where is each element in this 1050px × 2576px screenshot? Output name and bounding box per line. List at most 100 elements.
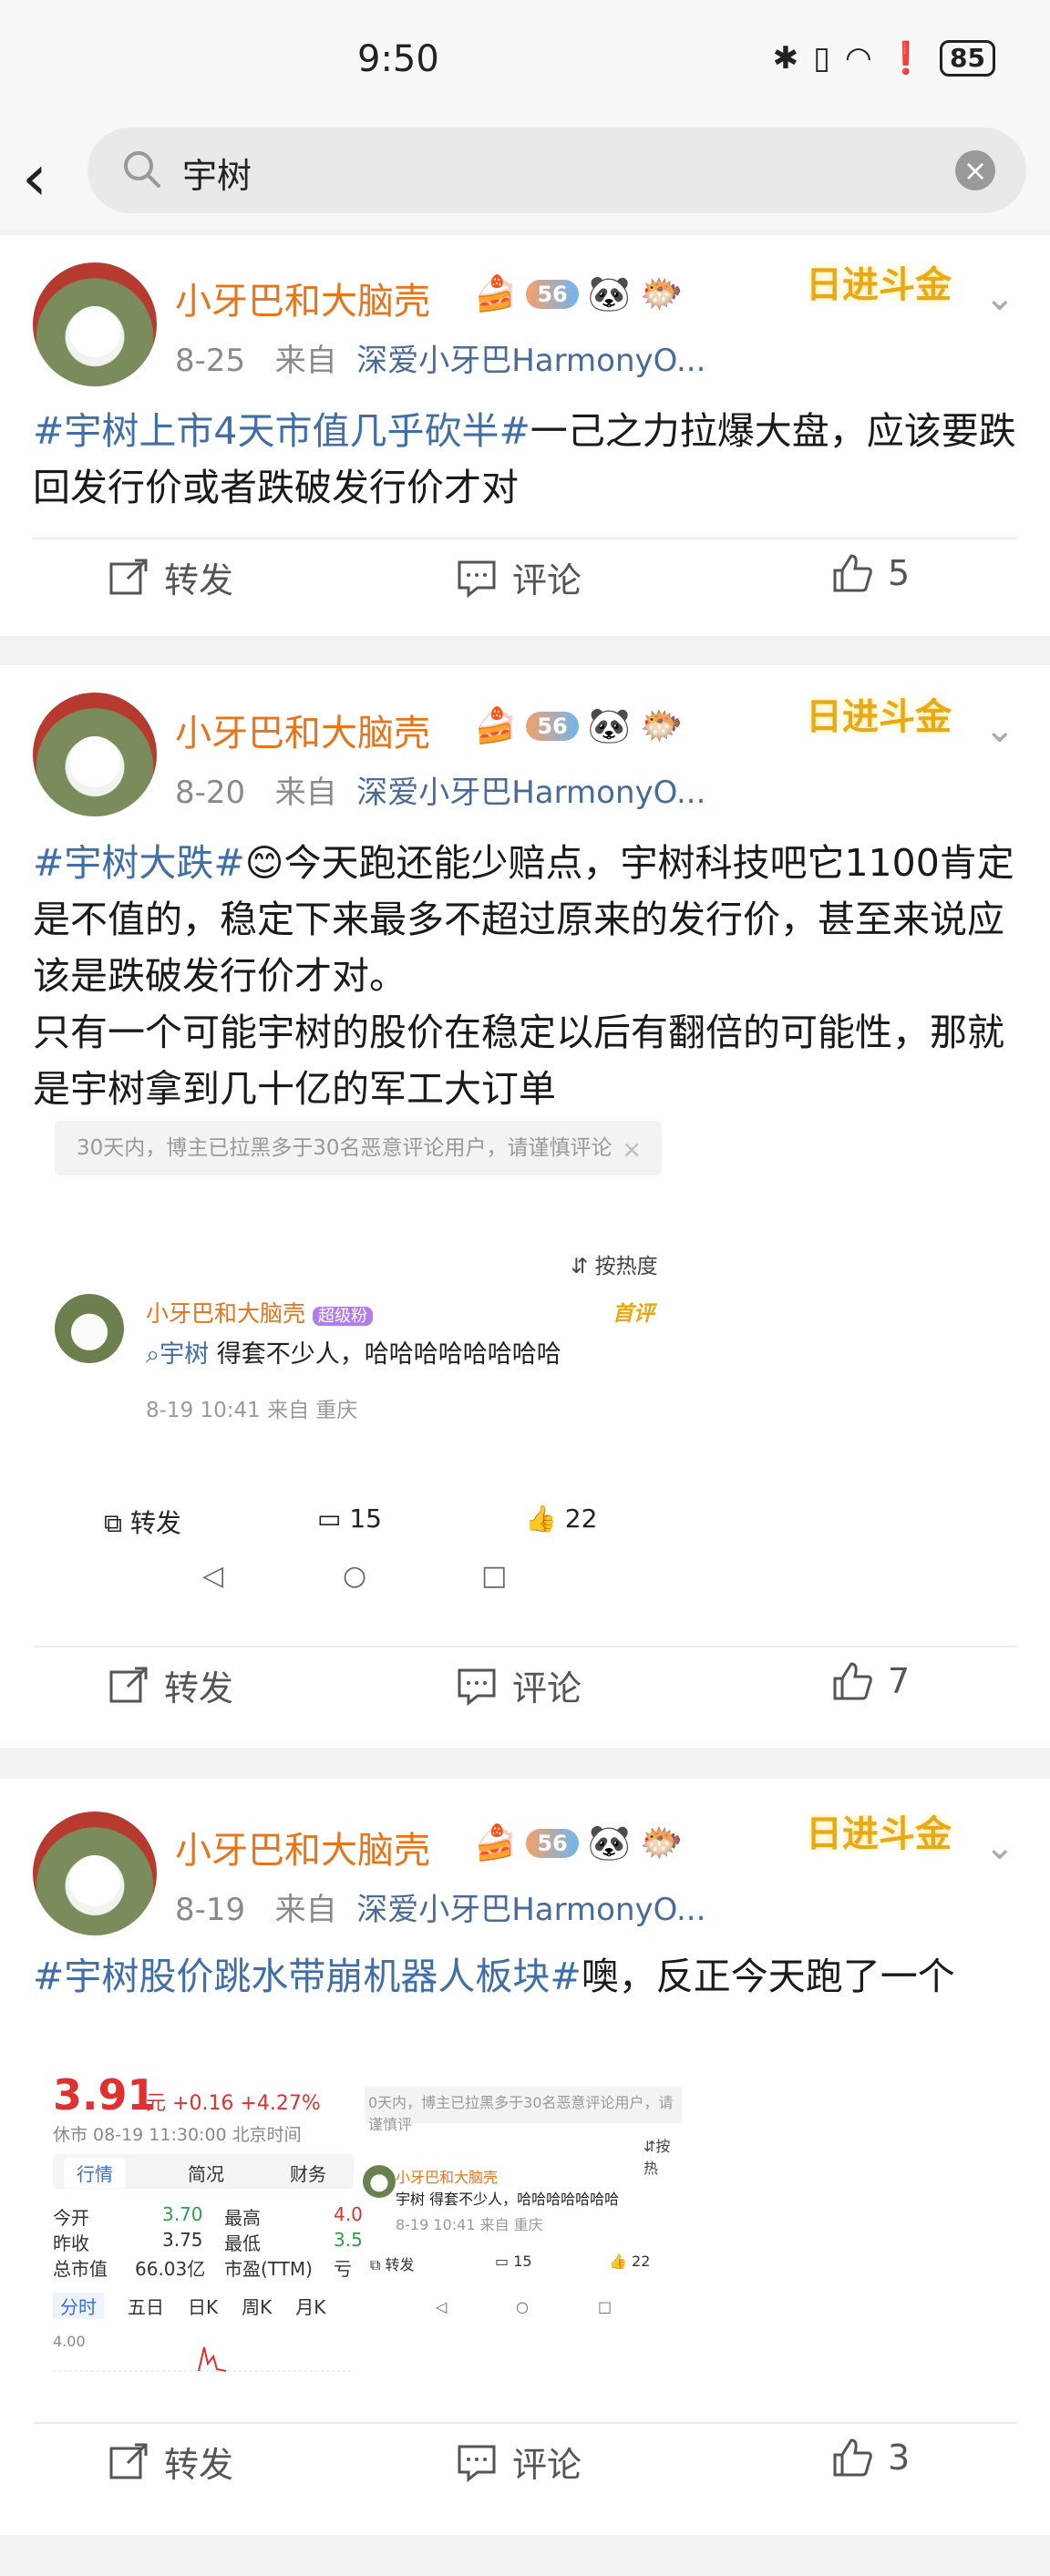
like-button[interactable]: 3 [831, 2437, 910, 2479]
comment-image[interactable]: 0天内，博主已拉黑多于30名恶意评论用户，请谨慎评 ⇵按热 小牙巴和大脑壳 宇树… [363, 2070, 684, 2380]
tab-finance: 财务 [290, 2163, 326, 2185]
search-icon [124, 151, 160, 188]
repost-button[interactable]: 转发 [108, 1660, 233, 1710]
stock-status: 休市 08-19 11:30:00 北京时间 [53, 2125, 302, 2145]
chevron-down-icon[interactable]: ⌄ [984, 709, 1015, 751]
post-username[interactable]: 小牙巴和大脑壳 [175, 272, 430, 324]
search-input[interactable]: 宇树 × [88, 128, 1026, 213]
comment-icon [458, 560, 496, 598]
clear-search-icon[interactable]: × [955, 150, 995, 190]
level-badge: 56 [526, 1828, 579, 1858]
post-source: 深爱小牙巴HarmonyO... [356, 775, 706, 811]
post-card[interactable]: 小牙巴和大脑壳 🍰 56 🐼 🐡 日进斗金 ⌄ 8-25 来自 深爱小牙巴Har… [0, 235, 1050, 636]
avatar [55, 1294, 124, 1363]
stock-high-label: 最高 [224, 2207, 261, 2229]
mini-sort: ⇵按热 [643, 2138, 671, 2177]
divider [33, 538, 1017, 539]
comment-button[interactable]: 评论 [456, 2437, 582, 2487]
post-source: 深爱小牙巴HarmonyO... [356, 343, 706, 379]
repost-button[interactable]: 转发 [108, 2437, 233, 2487]
stock-tabs: 行情 简况 财务 [53, 2154, 354, 2189]
stock-prev: 3.75 [162, 2229, 203, 2251]
avatar[interactable] [33, 693, 157, 816]
card-decoration: 日进斗金 [806, 1813, 952, 1855]
avatar[interactable] [33, 262, 157, 386]
card-decoration: 日进斗金 [806, 264, 952, 306]
cake-badge-icon: 🍰 [474, 705, 518, 745]
comment-meta: 8-19 10:41 来自 重庆 [146, 1399, 358, 1422]
thumbs-up-icon [833, 554, 872, 592]
post-text: #宇树股价跳水带崩机器人板块#噢，反正今天跑了一个 [33, 1955, 955, 1998]
divider [33, 2422, 1017, 2424]
wifi-icon: ◠ [845, 40, 872, 77]
post-image[interactable]: 30天内，博主已拉黑多于30名恶意评论用户，请谨慎评论 × ⇵ 按热度 小牙巴和大… [33, 1121, 707, 1422]
like-button[interactable]: 7 [831, 1660, 910, 1702]
stock-image[interactable]: 3.91 元 +0.16 +4.27% 休市 08-19 11:30:00 北京… [44, 2070, 363, 2380]
user-badges: 🍰 56 🐼 🐡 [474, 705, 683, 746]
alert-icon: ❗ [886, 40, 926, 77]
comment-button[interactable]: 评论 [456, 552, 582, 602]
stock-cap-label: 总市值 [53, 2258, 108, 2280]
stock-change: 元 +0.16 +4.27% [146, 2092, 321, 2115]
mini-text: 宇树 得套不少人，哈哈哈哈哈哈哈 [396, 2191, 620, 2208]
chevron-down-icon[interactable]: ⌄ [984, 277, 1015, 319]
clock: 9:50 [357, 38, 439, 80]
status-icons: ✱ ▯ ◠ ❗ 85 [773, 40, 995, 77]
topic-tag[interactable]: #宇树上市4天市值几乎砍半# [33, 409, 530, 453]
comment-text: ⌕宇树 得套不少人，哈哈哈哈哈哈哈哈 [146, 1340, 561, 1369]
post-username[interactable]: 小牙巴和大脑壳 [175, 1821, 430, 1873]
post-actions: 转发 评论 5 [0, 552, 1050, 625]
bluetooth-icon: ✱ [772, 40, 799, 77]
search-header: ‹ 宇树 × [0, 128, 1050, 230]
tab-quote: 行情 [64, 2158, 126, 2188]
post-text: #宇树大跌#😊今天跑还能少赔点，宇树科技吧它1100肯定是不值的，稳定下来最多不… [33, 841, 1014, 1111]
card-gap [0, 636, 1050, 665]
mini-repost: ⧉ 转发 [370, 2256, 415, 2273]
avatar[interactable] [33, 1811, 157, 1935]
chevron-down-icon[interactable]: ⌄ [984, 1826, 1015, 1868]
topic-tag[interactable]: #宇树大跌# [33, 841, 245, 885]
stock-high: 4.0 [334, 2203, 363, 2225]
post-username[interactable]: 小牙巴和大脑壳 [175, 703, 430, 756]
nav-recent-icon: □ [481, 1560, 508, 1592]
mini-notice: 0天内，博主已拉黑多于30名恶意评论用户，请谨慎评 [365, 2087, 682, 2133]
like-button[interactable]: 5 [831, 552, 910, 594]
comment-icon [458, 1668, 496, 1706]
stock-pe-label: 市盈(TTM) [224, 2258, 313, 2280]
stock-price: 3.91 [53, 2070, 157, 2119]
topic-tag[interactable]: #宇树股价跳水带崩机器人板块# [33, 1955, 582, 1998]
repost-icon [109, 1667, 148, 1702]
mini-avatar [363, 2165, 396, 2198]
stock-sparkline [53, 2346, 354, 2372]
stock-low-label: 最低 [224, 2232, 261, 2254]
stock-periods: 分时 五日 日K 周K 月K [53, 2293, 354, 2319]
stock-pe: 亏 [334, 2258, 352, 2280]
post-actions: 转发 评论 3 [0, 2437, 1050, 2509]
comment-user: 小牙巴和大脑壳 超级粉 [146, 1296, 373, 1329]
repost-icon [109, 2443, 148, 2479]
fish-badge-icon: 🐡 [640, 273, 684, 313]
level-badge: 56 [526, 711, 579, 741]
search-query: 宇树 [182, 156, 252, 196]
post-meta: 8-25 来自 深爱小牙巴HarmonyO... [175, 343, 706, 379]
mini-nav-back-icon: ◁ [436, 2298, 448, 2315]
repost-button[interactable]: 转发 [108, 552, 233, 602]
close-icon: × [622, 1136, 642, 1164]
back-arrow-icon[interactable]: ‹ [22, 137, 47, 219]
post-card[interactable]: 小牙巴和大脑壳 🍰 56 🐼 🐡 日进斗金 ⌄ 8-19 来自 深爱小牙巴Har… [0, 1779, 1050, 2535]
mini-likes: 👍 22 [609, 2253, 651, 2270]
stock-open: 3.70 [162, 2203, 203, 2225]
user-badges: 🍰 56 🐼 🐡 [474, 1822, 683, 1863]
repost-icon [109, 559, 148, 594]
post-source: 深爱小牙巴HarmonyO... [356, 1892, 706, 1928]
post-card[interactable]: 小牙巴和大脑壳 🍰 56 🐼 🐡 日进斗金 ⌄ 8-20 来自 深爱小牙巴Har… [0, 665, 1050, 1748]
panda-badge-icon: 🐼 [587, 273, 632, 313]
mini-nav-home-icon: ○ [516, 2298, 529, 2315]
comment-button[interactable]: 评论 [456, 1660, 582, 1710]
card-gap [0, 2535, 1050, 2576]
user-badges: 🍰 56 🐼 🐡 [474, 273, 683, 314]
stock-prev-label: 昨收 [53, 2232, 89, 2254]
post-text: #宇树上市4天市值几乎砍半#一己之力拉爆大盘，应该要跌回发行价或者跌破发行价才对 [33, 409, 1016, 509]
cake-badge-icon: 🍰 [474, 273, 518, 313]
stock-low: 3.5 [334, 2229, 363, 2251]
